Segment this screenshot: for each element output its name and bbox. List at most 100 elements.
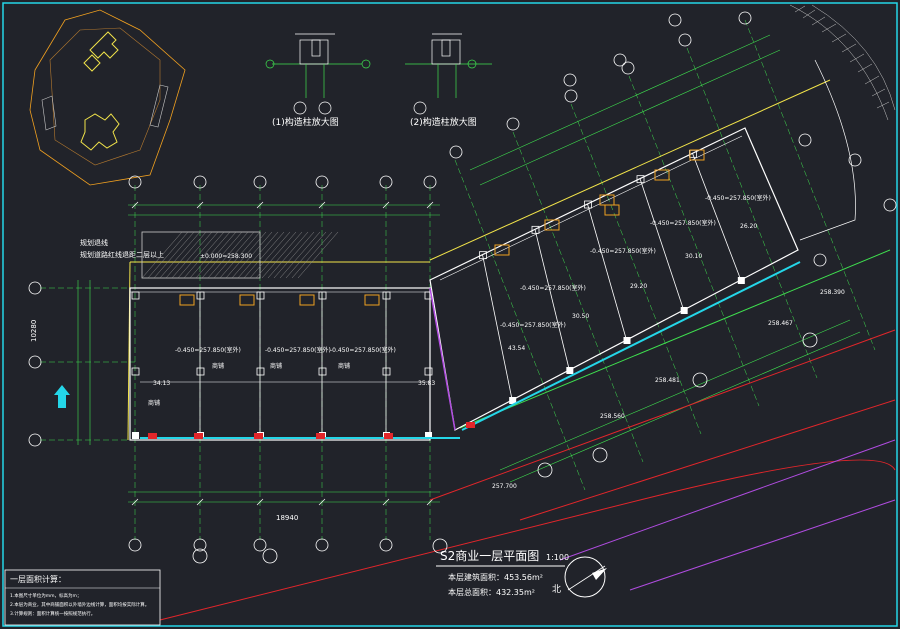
- grid-line-s-5: [744, 19, 876, 351]
- column-mid-2: [256, 367, 265, 376]
- floor-area: 本层建筑面积：453.56m²: [448, 572, 543, 582]
- dim-chain-s-0: [469, 34, 771, 171]
- axis-bubble-left-0: [28, 281, 42, 295]
- column-mid-4: [382, 367, 391, 376]
- area-label-2: 30.10: [685, 253, 702, 260]
- elev-label-g: -0.450=257.850(室外): [650, 219, 716, 227]
- dim-chain-s-2: [499, 319, 851, 471]
- shop-tag-1: [239, 294, 255, 306]
- axis-bubble-bottom-4: [379, 538, 393, 552]
- section-mark-3: [537, 462, 553, 478]
- axis-bubble-top-8: [564, 89, 578, 103]
- elev-mark-4: 258.481: [655, 377, 680, 384]
- axis-bubble-top-7: [506, 117, 520, 131]
- area-label-4: 35.83: [418, 380, 435, 387]
- detail-1: [265, 33, 371, 115]
- left-dim-text: 10280: [30, 320, 38, 342]
- top-note-1: 规划退线: [80, 238, 108, 247]
- area-label-6: 30.50: [572, 313, 589, 320]
- column-top-3: [318, 291, 327, 300]
- axis-bubble-bottom-0: [128, 538, 142, 552]
- elev-label-f: -0.450=257.850(室外): [590, 247, 656, 255]
- site-key-plan: [29, 9, 186, 186]
- door-2: [254, 433, 263, 439]
- shop-tag-2: [299, 294, 315, 306]
- notes-title: 一层面积计算：: [10, 574, 66, 584]
- column-mid-3: [318, 367, 327, 376]
- axis-bubble-bottom-3: [315, 538, 329, 552]
- cad-drawing-canvas: (1)构造柱放大图 (2)构造柱放大图 规划退线 规划道路红线退距二层以上 商铺…: [0, 0, 900, 629]
- door-4: [384, 433, 393, 439]
- notes-line-2: 2.本层为商业，其中商铺面积以外墙外边线计算，面积均按实际计算。: [10, 601, 149, 608]
- elev-mark-1: 257.700: [492, 483, 517, 490]
- section-mark-4: [592, 447, 608, 463]
- shop-label-1: 商铺: [148, 399, 160, 407]
- title-block: S2商业一层平面图 1:100 本层建筑面积：453.56m² 本层总面积：43…: [436, 548, 569, 597]
- notes-line-3: 3.计算规则：面积计算统一按照规范执行。: [10, 610, 95, 617]
- axis-bubble-top-11: [738, 11, 752, 25]
- slanted-wall-magenta: [429, 287, 456, 431]
- section-mark-1: [262, 548, 278, 564]
- elev-label-h: -0.450=257.850(室外): [705, 194, 771, 202]
- shop-label-2: 商铺: [212, 362, 224, 370]
- shop-tag-9: [604, 204, 620, 216]
- column-top-2: [256, 291, 265, 300]
- grid-line-s-2: [570, 103, 702, 435]
- north-arrow: 北: [552, 556, 607, 598]
- detail-1-caption: (1)构造柱放大图: [272, 116, 339, 128]
- door-3: [316, 433, 325, 439]
- shop-tag-0: [179, 294, 195, 306]
- axis-bubble-right-3: [813, 253, 827, 267]
- shop-label-4: 商铺: [338, 362, 350, 370]
- section-mark-5: [692, 372, 708, 388]
- north-label: 北: [552, 584, 561, 595]
- column-top-0: [131, 291, 140, 300]
- dim-chain-s-1: [479, 49, 781, 186]
- axis-bubble-top-14: [563, 73, 577, 87]
- elev-label-b: -0.450=257.850(室外): [265, 346, 331, 354]
- axis-bubble-right-0: [883, 198, 897, 212]
- elev-mark-3: 258.467: [768, 320, 793, 327]
- partition-slant-2: [587, 203, 627, 341]
- axis-bubble-right-2: [798, 133, 812, 147]
- notes-box: 一层面积计算： 1.本图尺寸单位为mm，标高为m； 2.本层为商业，其中商铺面积…: [4, 569, 161, 626]
- column-slant-bot-2: [623, 337, 631, 344]
- area-label-7: 43.54: [508, 345, 525, 352]
- total-area: 本层总面积：432.35m²: [448, 587, 535, 597]
- notes-line-1: 1.本图尺寸单位为mm，标高为m；: [10, 592, 81, 599]
- column-top-1: [196, 291, 205, 300]
- elev-label-d: -0.450=257.850(室外): [500, 321, 566, 329]
- area-label-1: 34.13: [153, 380, 170, 387]
- axis-bubble-top-13: [613, 53, 627, 67]
- door-0: [148, 433, 157, 439]
- door-1: [194, 433, 203, 439]
- elev-label-e: -0.450=257.850(室外): [520, 284, 586, 292]
- grid-line-s-3: [628, 75, 760, 407]
- shop-tag-4: [494, 244, 510, 256]
- building-walls: [129, 127, 799, 441]
- area-label-5: 26.20: [740, 223, 757, 230]
- boundary-lines: [127, 59, 896, 621]
- elev-label-a: -0.450=257.850(室外): [175, 346, 241, 354]
- column-bot-0: [132, 432, 139, 439]
- column-slant-bot-1: [566, 367, 574, 374]
- column-mid-5: [424, 367, 433, 376]
- floor-plan-svg: (1)构造柱放大图 (2)构造柱放大图 规划退线 规划道路红线退距二层以上 商铺…: [2, 2, 898, 627]
- column-slant-bot-3: [680, 307, 688, 314]
- drawing-title: S2商业一层平面图: [440, 548, 539, 563]
- shop-tags: [179, 149, 705, 306]
- detail-2: [405, 33, 492, 115]
- axis-bubble-bottom-2: [253, 538, 267, 552]
- bottom-dim-text: 18940: [276, 514, 298, 522]
- axis-bubble-top-12: [668, 13, 682, 27]
- column-slant-bot-4: [737, 277, 745, 284]
- hatched-slope: [789, 4, 896, 121]
- column-mid-1: [196, 367, 205, 376]
- area-label-3: 29.20: [630, 283, 647, 290]
- elev-mark-2: 258.390: [820, 289, 845, 296]
- partition-slant-1: [534, 229, 570, 371]
- elev-label-top: ±0.000=258.300: [200, 253, 252, 260]
- column-top-4: [382, 291, 391, 300]
- structural-columns: [131, 149, 745, 439]
- partitions: [199, 153, 742, 438]
